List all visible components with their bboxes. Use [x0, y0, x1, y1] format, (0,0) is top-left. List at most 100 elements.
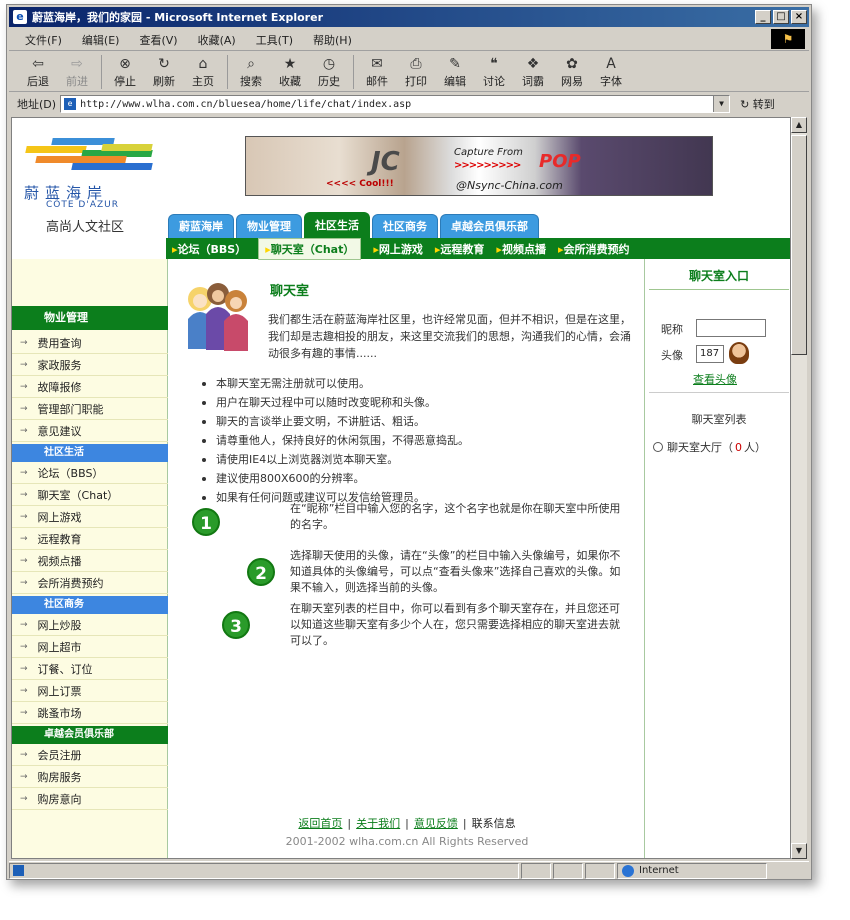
- page-viewport: 蔚蓝海岸 CÔTE D'AZUR 高尚人文社区 JC <<<< Cool!!! …: [11, 117, 791, 859]
- toolbar-button[interactable]: A 字体: [592, 52, 630, 89]
- room-item[interactable]: 聊天室大厅（ 0 人）: [653, 439, 766, 455]
- toolbar-button[interactable]: ⎙ 打印: [397, 52, 435, 89]
- subnav-item[interactable]: ▸论坛（BBS）: [172, 241, 246, 257]
- sidebar-item[interactable]: → 费用查询: [12, 332, 168, 354]
- sidebar-item[interactable]: → 网上超市: [12, 636, 168, 658]
- view-avatar-link[interactable]: 查看头像: [693, 371, 737, 387]
- menu-item[interactable]: 收藏(A): [198, 32, 236, 48]
- toolbar-label: 词霸: [522, 75, 544, 88]
- sidebar-item[interactable]: → 家政服务: [12, 354, 168, 376]
- sidebar-item[interactable]: → 网上炒股: [12, 614, 168, 636]
- minimize-button[interactable]: _: [755, 10, 771, 24]
- stop-icon: ⊗: [119, 56, 131, 72]
- tab[interactable]: 卓越会员俱乐部: [440, 214, 539, 238]
- close-button[interactable]: ×: [791, 10, 807, 24]
- footer-contact[interactable]: 联系信息: [472, 817, 516, 830]
- rule-text: 建议使用800X600的分辨率。: [216, 472, 365, 485]
- search-icon: ⌕: [247, 56, 255, 72]
- scroll-down-button[interactable]: ▼: [791, 843, 807, 859]
- footer-link[interactable]: 意见反馈: [414, 817, 458, 830]
- nick-input[interactable]: [696, 319, 766, 337]
- toolbar-button[interactable]: ✉ 邮件: [358, 52, 396, 89]
- tab[interactable]: 蔚蓝海岸: [168, 214, 234, 238]
- toolbar-label: 讨论: [483, 75, 505, 88]
- scroll-up-button[interactable]: ▲: [791, 117, 807, 133]
- bullet-icon: [202, 457, 206, 462]
- toolbar-button[interactable]: ⌕ 搜索: [232, 52, 270, 89]
- toolbar-label: 字体: [600, 75, 622, 88]
- scroll-thumb[interactable]: [791, 135, 807, 355]
- maximize-button[interactable]: □: [773, 10, 789, 24]
- sidebar-item[interactable]: → 网上订票: [12, 680, 168, 702]
- menu-item[interactable]: 查看(V): [139, 32, 177, 48]
- toolbar-button[interactable]: ⊗ 停止: [106, 52, 144, 89]
- toolbar-button[interactable]: ⌂ 主页: [184, 52, 222, 89]
- title-bar: e 蔚蓝海岸，我们的家园 - Microsoft Internet Explor…: [9, 7, 809, 27]
- discuss-icon: ❝: [490, 56, 498, 72]
- toolbar-button[interactable]: ↻ 刷新: [145, 52, 183, 89]
- step-number-icon: 1: [192, 508, 220, 536]
- menu-item[interactable]: 工具(T): [256, 32, 293, 48]
- tab[interactable]: 社区生活: [304, 212, 370, 238]
- toolbar-label: 邮件: [366, 75, 388, 88]
- subnav-item[interactable]: ▸远程教育: [435, 241, 485, 257]
- address-dropdown-button[interactable]: ▼: [713, 96, 730, 112]
- tab[interactable]: 物业管理: [236, 214, 302, 238]
- tab[interactable]: 社区商务: [372, 214, 438, 238]
- toolbar-button[interactable]: ❝ 讨论: [475, 52, 513, 89]
- toolbar-button[interactable]: ✿ 网易: [553, 52, 591, 89]
- sidebar-item[interactable]: → 意见建议: [12, 420, 168, 442]
- footer-link[interactable]: 关于我们: [356, 817, 400, 830]
- subnav-item[interactable]: ▸网上游戏: [373, 241, 423, 257]
- sidebar-item[interactable]: → 论坛（BBS）: [12, 462, 168, 484]
- arrow-icon: →: [20, 793, 28, 804]
- chatting-people-icon: [188, 283, 248, 351]
- sidebar-item-label: 远程教育: [37, 532, 82, 546]
- site-logo[interactable]: 蔚蓝海岸 CÔTE D'AZUR 高尚人文社区: [12, 118, 168, 258]
- sidebar-item[interactable]: → 会所消费预约: [12, 572, 168, 594]
- sidebar-item-label: 网上超市: [37, 640, 82, 654]
- menu-item[interactable]: 帮助(H): [313, 32, 352, 48]
- sidebar-item[interactable]: → 购房服务: [12, 766, 168, 788]
- sidebar-item[interactable]: → 跳蚤市场: [12, 702, 168, 724]
- subnav-item[interactable]: ▸聊天室（Chat）: [258, 237, 362, 260]
- sidebar: 物业管理 → 费用查询 → 家政服务 → 故障报修 → 管理部门职能 → 意见建议 社区生活 → 论坛（B…: [12, 306, 168, 810]
- sidebar-item[interactable]: → 视频点播: [12, 550, 168, 572]
- address-input[interactable]: e http://www.wlha.com.cn/bluesea/home/li…: [60, 95, 731, 113]
- toolbar-button[interactable]: ★ 收藏: [271, 52, 309, 89]
- sidebar-item[interactable]: → 聊天室（Chat）: [12, 484, 168, 506]
- sidebar-item[interactable]: → 网上游戏: [12, 506, 168, 528]
- ie-logo-icon: e: [13, 10, 27, 24]
- room-radio[interactable]: [653, 442, 663, 452]
- sidebar-item-label: 费用查询: [37, 336, 82, 350]
- subnav-item[interactable]: ▸视频点播: [496, 241, 546, 257]
- arrow-icon: →: [20, 337, 28, 348]
- main-content: 聊天室 我们都生活在蔚蓝海岸社区里，也许经常见面，但并不相识，但是在这里，我们却…: [172, 263, 642, 858]
- sidebar-item[interactable]: → 故障报修: [12, 376, 168, 398]
- sidebar-item[interactable]: → 订餐、订位: [12, 658, 168, 680]
- ad-banner[interactable]: JC <<<< Cool!!! Capture From >>>>>>>>> P…: [245, 136, 713, 196]
- vertical-scrollbar[interactable]: ▲ ▼: [791, 117, 807, 859]
- toolbar-button[interactable]: ◷ 历史: [310, 52, 348, 89]
- go-button[interactable]: ↻ 转到: [740, 96, 775, 112]
- menu-item[interactable]: 编辑(E): [82, 32, 120, 48]
- toolbar-button[interactable]: ⇨ 前进: [58, 52, 96, 89]
- bullet-icon: [202, 381, 206, 386]
- menu-item[interactable]: 文件(F): [25, 32, 62, 48]
- toolbar-button[interactable]: ✎ 编辑: [436, 52, 474, 89]
- avatar-number-input[interactable]: 187: [696, 345, 724, 363]
- sidebar-group-title: 物业管理: [12, 306, 168, 330]
- footer-link[interactable]: 返回首页: [298, 817, 342, 830]
- sidebar-item[interactable]: → 会员注册: [12, 744, 168, 766]
- rule-item: 请使用IE4以上浏览器浏览本聊天室。: [202, 450, 469, 469]
- sidebar-item[interactable]: → 远程教育: [12, 528, 168, 550]
- sidebar-item[interactable]: → 管理部门职能: [12, 398, 168, 420]
- subnav-item[interactable]: ▸会所消费预约: [558, 241, 630, 257]
- sidebar-item[interactable]: → 购房意向: [12, 788, 168, 810]
- toolbar-label: 搜索: [240, 75, 262, 88]
- toolbar-label: 编辑: [444, 75, 466, 88]
- nick-label: 昵称: [661, 323, 683, 336]
- status-cell: [521, 862, 551, 879]
- toolbar-button[interactable]: ❖ 词霸: [514, 52, 552, 89]
- toolbar-button[interactable]: ⇦ 后退: [19, 52, 57, 89]
